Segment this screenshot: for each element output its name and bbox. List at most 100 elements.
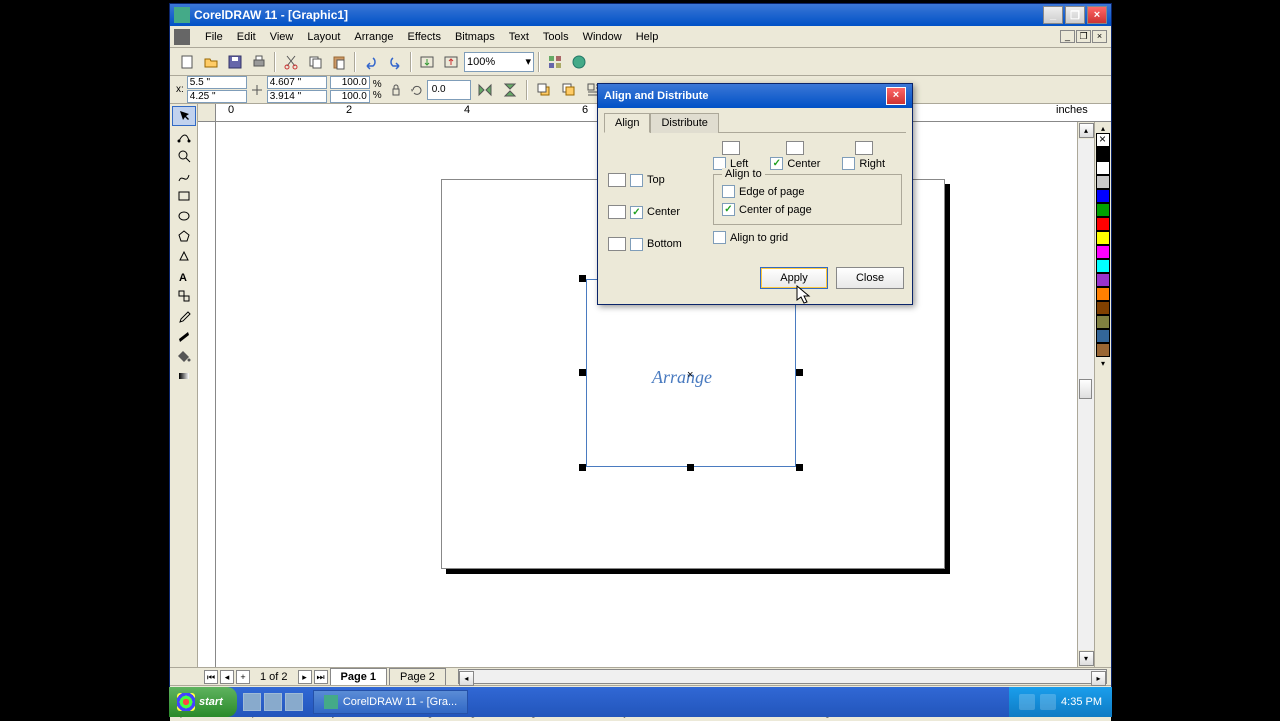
menu-file[interactable]: File <box>198 29 230 45</box>
taskbar-app-button[interactable]: CorelDRAW 11 - [Gra... <box>313 690 468 714</box>
page-tab-1[interactable]: Page 1 <box>330 668 387 685</box>
add-page-button[interactable]: + <box>236 670 250 684</box>
menu-window[interactable]: Window <box>576 29 629 45</box>
menu-bitmaps[interactable]: Bitmaps <box>448 29 502 45</box>
close-button[interactable]: × <box>1087 6 1107 24</box>
color-swatch[interactable] <box>1096 161 1110 175</box>
minimize-button[interactable]: _ <box>1043 6 1063 24</box>
scale-y-input[interactable] <box>330 90 370 103</box>
last-page-button[interactable]: ⏭ <box>314 670 328 684</box>
print-button[interactable] <box>248 51 270 73</box>
redo-button[interactable] <box>384 51 406 73</box>
tray-icon-2[interactable] <box>1040 694 1056 710</box>
zoom-dropdown[interactable]: 100% ▾ <box>464 52 534 72</box>
color-swatch[interactable] <box>1096 231 1110 245</box>
save-button[interactable] <box>224 51 246 73</box>
menu-tools[interactable]: Tools <box>536 29 576 45</box>
hcenter-checkbox[interactable] <box>770 157 783 170</box>
eyedropper-tool[interactable] <box>172 306 196 326</box>
vcenter-checkbox[interactable] <box>630 206 643 219</box>
menu-effects[interactable]: Effects <box>401 29 448 45</box>
lock-ratio-button[interactable] <box>385 79 407 101</box>
menu-help[interactable]: Help <box>629 29 666 45</box>
bottom-checkbox[interactable] <box>630 238 643 251</box>
selection-handle-tl[interactable] <box>579 275 586 282</box>
copy-button[interactable] <box>304 51 326 73</box>
no-fill-swatch[interactable] <box>1096 133 1110 147</box>
cut-button[interactable] <box>280 51 302 73</box>
dialog-titlebar[interactable]: Align and Distribute × <box>598 84 912 108</box>
interactive-blend-tool[interactable] <box>172 286 196 306</box>
ruler-origin[interactable] <box>198 104 216 122</box>
open-button[interactable] <box>200 51 222 73</box>
to-back-button[interactable] <box>558 79 580 101</box>
color-swatch[interactable] <box>1096 301 1110 315</box>
zoom-tool[interactable] <box>172 146 196 166</box>
fill-tool[interactable] <box>172 346 196 366</box>
maximize-button[interactable]: ❐ <box>1065 6 1085 24</box>
first-page-button[interactable]: ⏮ <box>204 670 218 684</box>
page-tab-2[interactable]: Page 2 <box>389 668 446 685</box>
color-swatch[interactable] <box>1096 245 1110 259</box>
pick-tool[interactable] <box>172 106 196 126</box>
undo-button[interactable] <box>360 51 382 73</box>
tray-icon-1[interactable] <box>1019 694 1035 710</box>
prev-page-button[interactable]: ◂ <box>220 670 234 684</box>
align-to-grid-checkbox[interactable] <box>713 231 726 244</box>
outline-tool[interactable] <box>172 326 196 346</box>
color-swatch[interactable] <box>1096 287 1110 301</box>
tab-distribute[interactable]: Distribute <box>650 113 718 133</box>
desktop-icon[interactable] <box>264 693 282 711</box>
color-swatch[interactable] <box>1096 175 1110 189</box>
corel-online-button[interactable] <box>568 51 590 73</box>
polygon-tool[interactable] <box>172 226 196 246</box>
color-swatch[interactable] <box>1096 315 1110 329</box>
ie-icon[interactable] <box>243 693 261 711</box>
scroll-down-button[interactable]: ▾ <box>1079 651 1094 666</box>
scale-x-input[interactable] <box>330 76 370 89</box>
edge-of-page-checkbox[interactable] <box>722 185 735 198</box>
selection-handle-bl[interactable] <box>579 464 586 471</box>
color-swatch[interactable] <box>1096 147 1110 161</box>
shape-tool[interactable] <box>172 126 196 146</box>
horizontal-scrollbar[interactable]: ◂▸ <box>458 669 1107 684</box>
basic-shapes-tool[interactable] <box>172 246 196 266</box>
next-page-button[interactable]: ▸ <box>298 670 312 684</box>
tab-align[interactable]: Align <box>604 113 650 133</box>
color-swatch[interactable] <box>1096 343 1110 357</box>
app-launcher-button[interactable] <box>544 51 566 73</box>
menu-layout[interactable]: Layout <box>300 29 347 45</box>
ellipse-tool[interactable] <box>172 206 196 226</box>
clock[interactable]: 4:35 PM <box>1061 696 1102 708</box>
vertical-ruler[interactable] <box>198 122 216 667</box>
menu-view[interactable]: View <box>263 29 301 45</box>
color-swatch[interactable] <box>1096 189 1110 203</box>
media-icon[interactable] <box>285 693 303 711</box>
new-button[interactable] <box>176 51 198 73</box>
apply-button[interactable]: Apply <box>760 267 828 289</box>
text-tool[interactable]: A <box>172 266 196 286</box>
doc-close-button[interactable]: × <box>1092 30 1107 43</box>
import-button[interactable] <box>416 51 438 73</box>
top-checkbox[interactable] <box>630 174 643 187</box>
menu-arrange[interactable]: Arrange <box>347 29 400 45</box>
color-swatch[interactable] <box>1096 203 1110 217</box>
start-button[interactable]: start <box>169 687 237 717</box>
color-swatch[interactable] <box>1096 329 1110 343</box>
selection-handle-br[interactable] <box>796 464 803 471</box>
dialog-close-button[interactable]: × <box>886 87 906 105</box>
color-swatch[interactable] <box>1096 217 1110 231</box>
scroll-right-button[interactable]: ▸ <box>1091 671 1106 686</box>
interactive-fill-tool[interactable] <box>172 366 196 386</box>
paste-button[interactable] <box>328 51 350 73</box>
freehand-tool[interactable] <box>172 166 196 186</box>
color-swatch[interactable] <box>1096 259 1110 273</box>
height-input[interactable] <box>267 90 327 103</box>
menu-edit[interactable]: Edit <box>230 29 263 45</box>
center-of-page-checkbox[interactable] <box>722 203 735 216</box>
selection-handle-bm[interactable] <box>687 464 694 471</box>
menu-text[interactable]: Text <box>502 29 536 45</box>
export-button[interactable] <box>440 51 462 73</box>
vertical-scrollbar[interactable]: ▴ ▾ <box>1077 122 1094 667</box>
doc-minimize-button[interactable]: _ <box>1060 30 1075 43</box>
